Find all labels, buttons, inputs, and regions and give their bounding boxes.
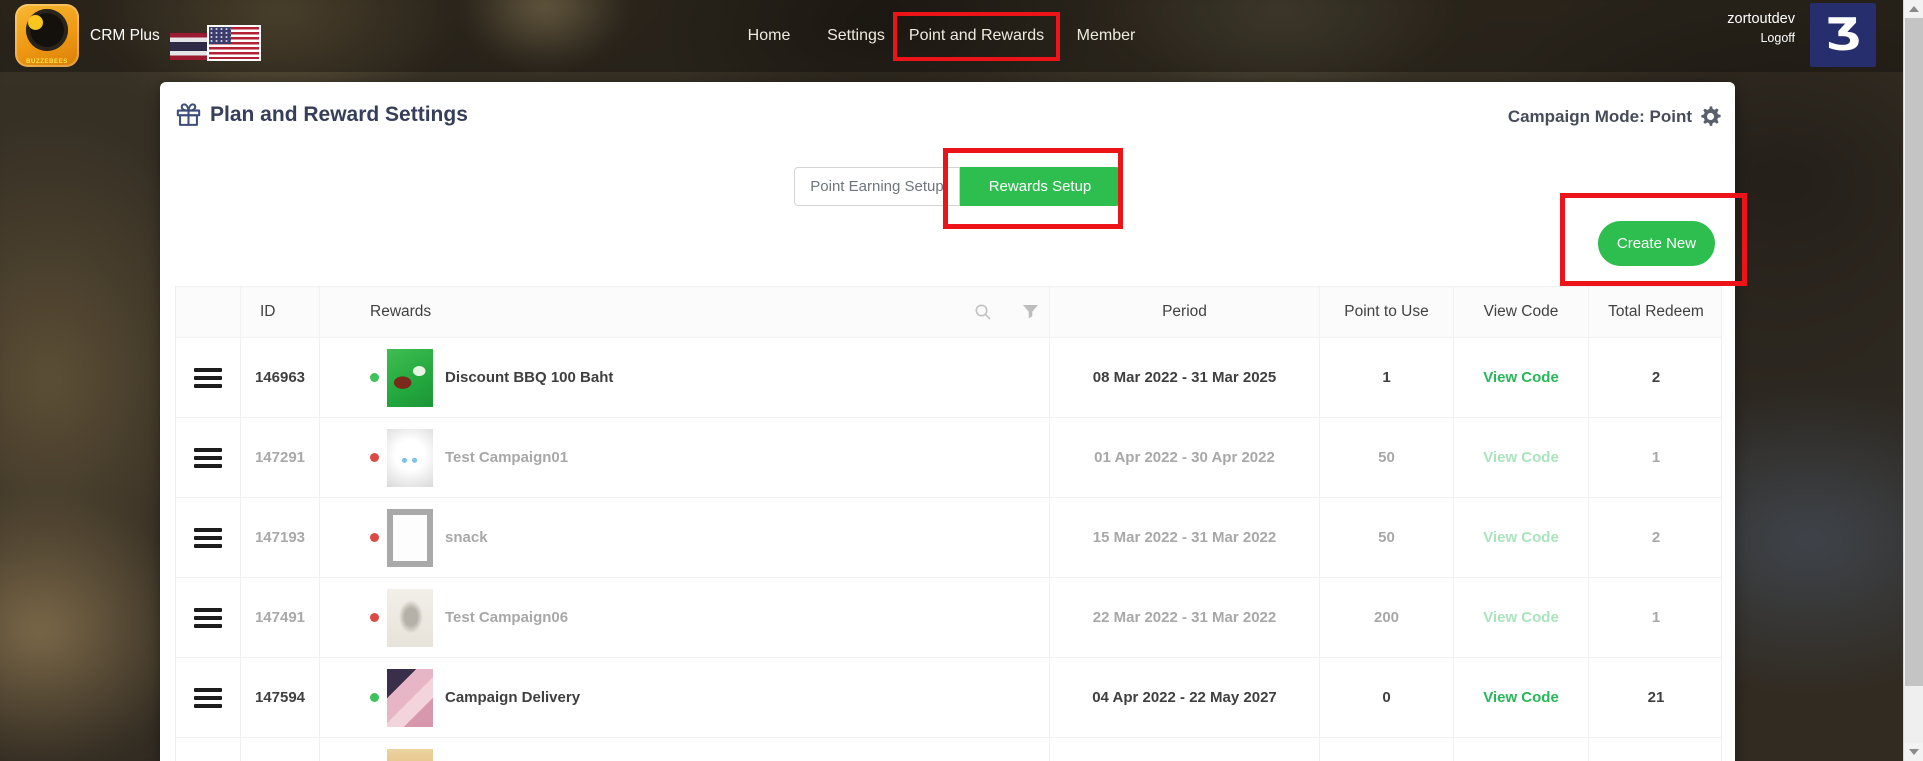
nav-item-member[interactable]: Member <box>1074 27 1138 45</box>
us-flag-icon[interactable] <box>207 25 261 61</box>
user-block: zortoutdev Logoff <box>1727 11 1795 45</box>
reward-points: 50 <box>1378 529 1395 546</box>
username: zortoutdev <box>1727 11 1795 27</box>
rewards-table: ID Rewards Period Point to Use View Code… <box>175 286 1722 761</box>
logoff-link[interactable]: Logoff <box>1727 31 1795 45</box>
view-code-link[interactable]: View Code <box>1483 609 1559 626</box>
page-title: Plan and Reward Settings <box>210 102 468 126</box>
drag-handle-icon[interactable] <box>194 687 222 708</box>
reward-thumbnail <box>387 668 433 727</box>
reward-title: snack <box>445 529 488 546</box>
view-code-link[interactable]: View Code <box>1483 689 1559 706</box>
thai-flag-icon[interactable] <box>170 33 212 60</box>
reward-points: 50 <box>1378 449 1395 466</box>
header-point-to-use: Point to Use <box>1320 287 1454 337</box>
reward-id: 147594 <box>254 689 306 706</box>
table-row[interactable]: 147291 Test Campaign01 01 Apr 2022 - 30 … <box>176 417 1721 497</box>
nav-item-point-and-rewards[interactable]: Point and Rewards <box>909 27 1044 45</box>
reward-thumbnail <box>387 588 433 647</box>
header-move <box>176 287 241 337</box>
table-body: 146963 Discount BBQ 100 Baht 08 Mar 2022… <box>176 337 1721 761</box>
status-dot <box>370 533 379 542</box>
header-view-code: View Code <box>1454 287 1589 337</box>
tab-point-earning-setup[interactable]: Point Earning Setup <box>794 167 960 206</box>
reward-points: 0 <box>1382 689 1391 706</box>
reward-total: 2 <box>1651 369 1661 386</box>
main-nav: Home Settings Point and Rewards Member <box>744 0 1138 72</box>
drag-handle-icon[interactable] <box>194 447 222 468</box>
page-header: Plan and Reward Settings <box>175 101 468 128</box>
reward-period: 01 Apr 2022 - 30 Apr 2022 <box>1094 449 1275 466</box>
reward-id: 147491 <box>254 609 306 626</box>
reward-title: Test Campaign06 <box>445 609 569 626</box>
reward-total: 21 <box>1647 689 1665 706</box>
down-arrow-icon <box>1909 749 1919 755</box>
header-period: Period <box>1050 287 1320 337</box>
header-id: ID <box>241 287 320 337</box>
top-navbar: BUZZEBEES CRM Plus Home Settings Point a… <box>0 0 1923 72</box>
setup-tabs: Point Earning Setup Rewards Setup <box>794 167 1120 206</box>
status-dot <box>370 693 379 702</box>
reward-title: Test Campaign01 <box>445 449 569 466</box>
nav-item-settings[interactable]: Settings <box>824 27 888 45</box>
reward-title: Campaign Delivery <box>445 689 581 706</box>
header-rewards-label: Rewards <box>370 303 432 320</box>
scroll-down-button[interactable] <box>1904 743 1923 761</box>
filter-icon[interactable] <box>1022 304 1039 320</box>
reward-period: 22 Mar 2022 - 31 Mar 2022 <box>1092 609 1277 626</box>
create-new-button[interactable]: Create New <box>1598 221 1715 266</box>
reward-period: 15 Mar 2022 - 31 Mar 2022 <box>1092 529 1277 546</box>
campaign-mode: Campaign Mode: Point <box>1508 105 1722 128</box>
search-icon[interactable] <box>974 303 992 321</box>
status-dot <box>370 453 379 462</box>
reward-thumbnail <box>387 348 433 407</box>
reward-thumbnail <box>387 748 433 761</box>
reward-id: 147291 <box>254 449 306 466</box>
campaign-mode-label: Campaign Mode: Point <box>1507 106 1692 126</box>
reward-id: 146963 <box>254 369 306 386</box>
reward-id: 147193 <box>254 529 306 546</box>
table-header-row: ID Rewards Period Point to Use View Code… <box>176 287 1721 337</box>
reward-period: 08 Mar 2022 - 31 Mar 2025 <box>1092 369 1277 386</box>
table-row[interactable] <box>176 737 1721 761</box>
header-total-redeem: Total Redeem <box>1608 303 1704 320</box>
view-code-link[interactable]: View Code <box>1483 449 1559 466</box>
tab-rewards-setup[interactable]: Rewards Setup <box>960 167 1120 206</box>
status-dot <box>370 613 379 622</box>
reward-total: 2 <box>1651 529 1661 546</box>
zort-logo: Ʒ <box>1810 3 1876 67</box>
status-dot <box>370 373 379 382</box>
table-row[interactable]: 147491 Test Campaign06 22 Mar 2022 - 31 … <box>176 577 1721 657</box>
buzzebees-logo: BUZZEBEES <box>15 4 79 67</box>
reward-points: 200 <box>1373 609 1400 626</box>
annotation-box-point-and-rewards: Point and Rewards <box>893 11 1060 61</box>
zort-logo-glyph: Ʒ <box>1825 9 1861 60</box>
table-row[interactable]: 146963 Discount BBQ 100 Baht 08 Mar 2022… <box>176 337 1721 417</box>
reward-total: 1 <box>1651 449 1661 466</box>
scrollbar-thumb[interactable] <box>1905 18 1923 686</box>
up-arrow-icon <box>1909 6 1919 12</box>
vertical-scrollbar[interactable] <box>1903 0 1923 761</box>
table-row[interactable]: 147193 snack 15 Mar 2022 - 31 Mar 2022 5… <box>176 497 1721 577</box>
gift-icon <box>176 103 201 126</box>
reward-title: Discount BBQ 100 Baht <box>445 369 614 386</box>
content-card: Plan and Reward Settings Campaign Mode: … <box>160 82 1747 761</box>
drag-handle-icon[interactable] <box>194 367 222 388</box>
reward-thumbnail <box>387 508 433 567</box>
reward-period: 04 Apr 2022 - 22 May 2027 <box>1092 689 1277 706</box>
view-code-link[interactable]: View Code <box>1483 529 1559 546</box>
buzzebees-logo-text: BUZZEBEES <box>26 59 68 65</box>
app-title: CRM Plus <box>90 27 160 44</box>
gear-icon[interactable] <box>1699 105 1722 128</box>
view-code-link[interactable]: View Code <box>1483 369 1559 386</box>
header-rewards: Rewards <box>320 287 1050 337</box>
reward-points: 1 <box>1382 369 1391 386</box>
reward-total: 1 <box>1651 609 1661 626</box>
scroll-up-button[interactable] <box>1904 0 1923 18</box>
reward-thumbnail <box>387 428 433 487</box>
drag-handle-icon[interactable] <box>194 527 222 548</box>
nav-item-home[interactable]: Home <box>744 27 794 45</box>
table-row[interactable]: 147594 Campaign Delivery 04 Apr 2022 - 2… <box>176 657 1721 737</box>
drag-handle-icon[interactable] <box>194 607 222 628</box>
